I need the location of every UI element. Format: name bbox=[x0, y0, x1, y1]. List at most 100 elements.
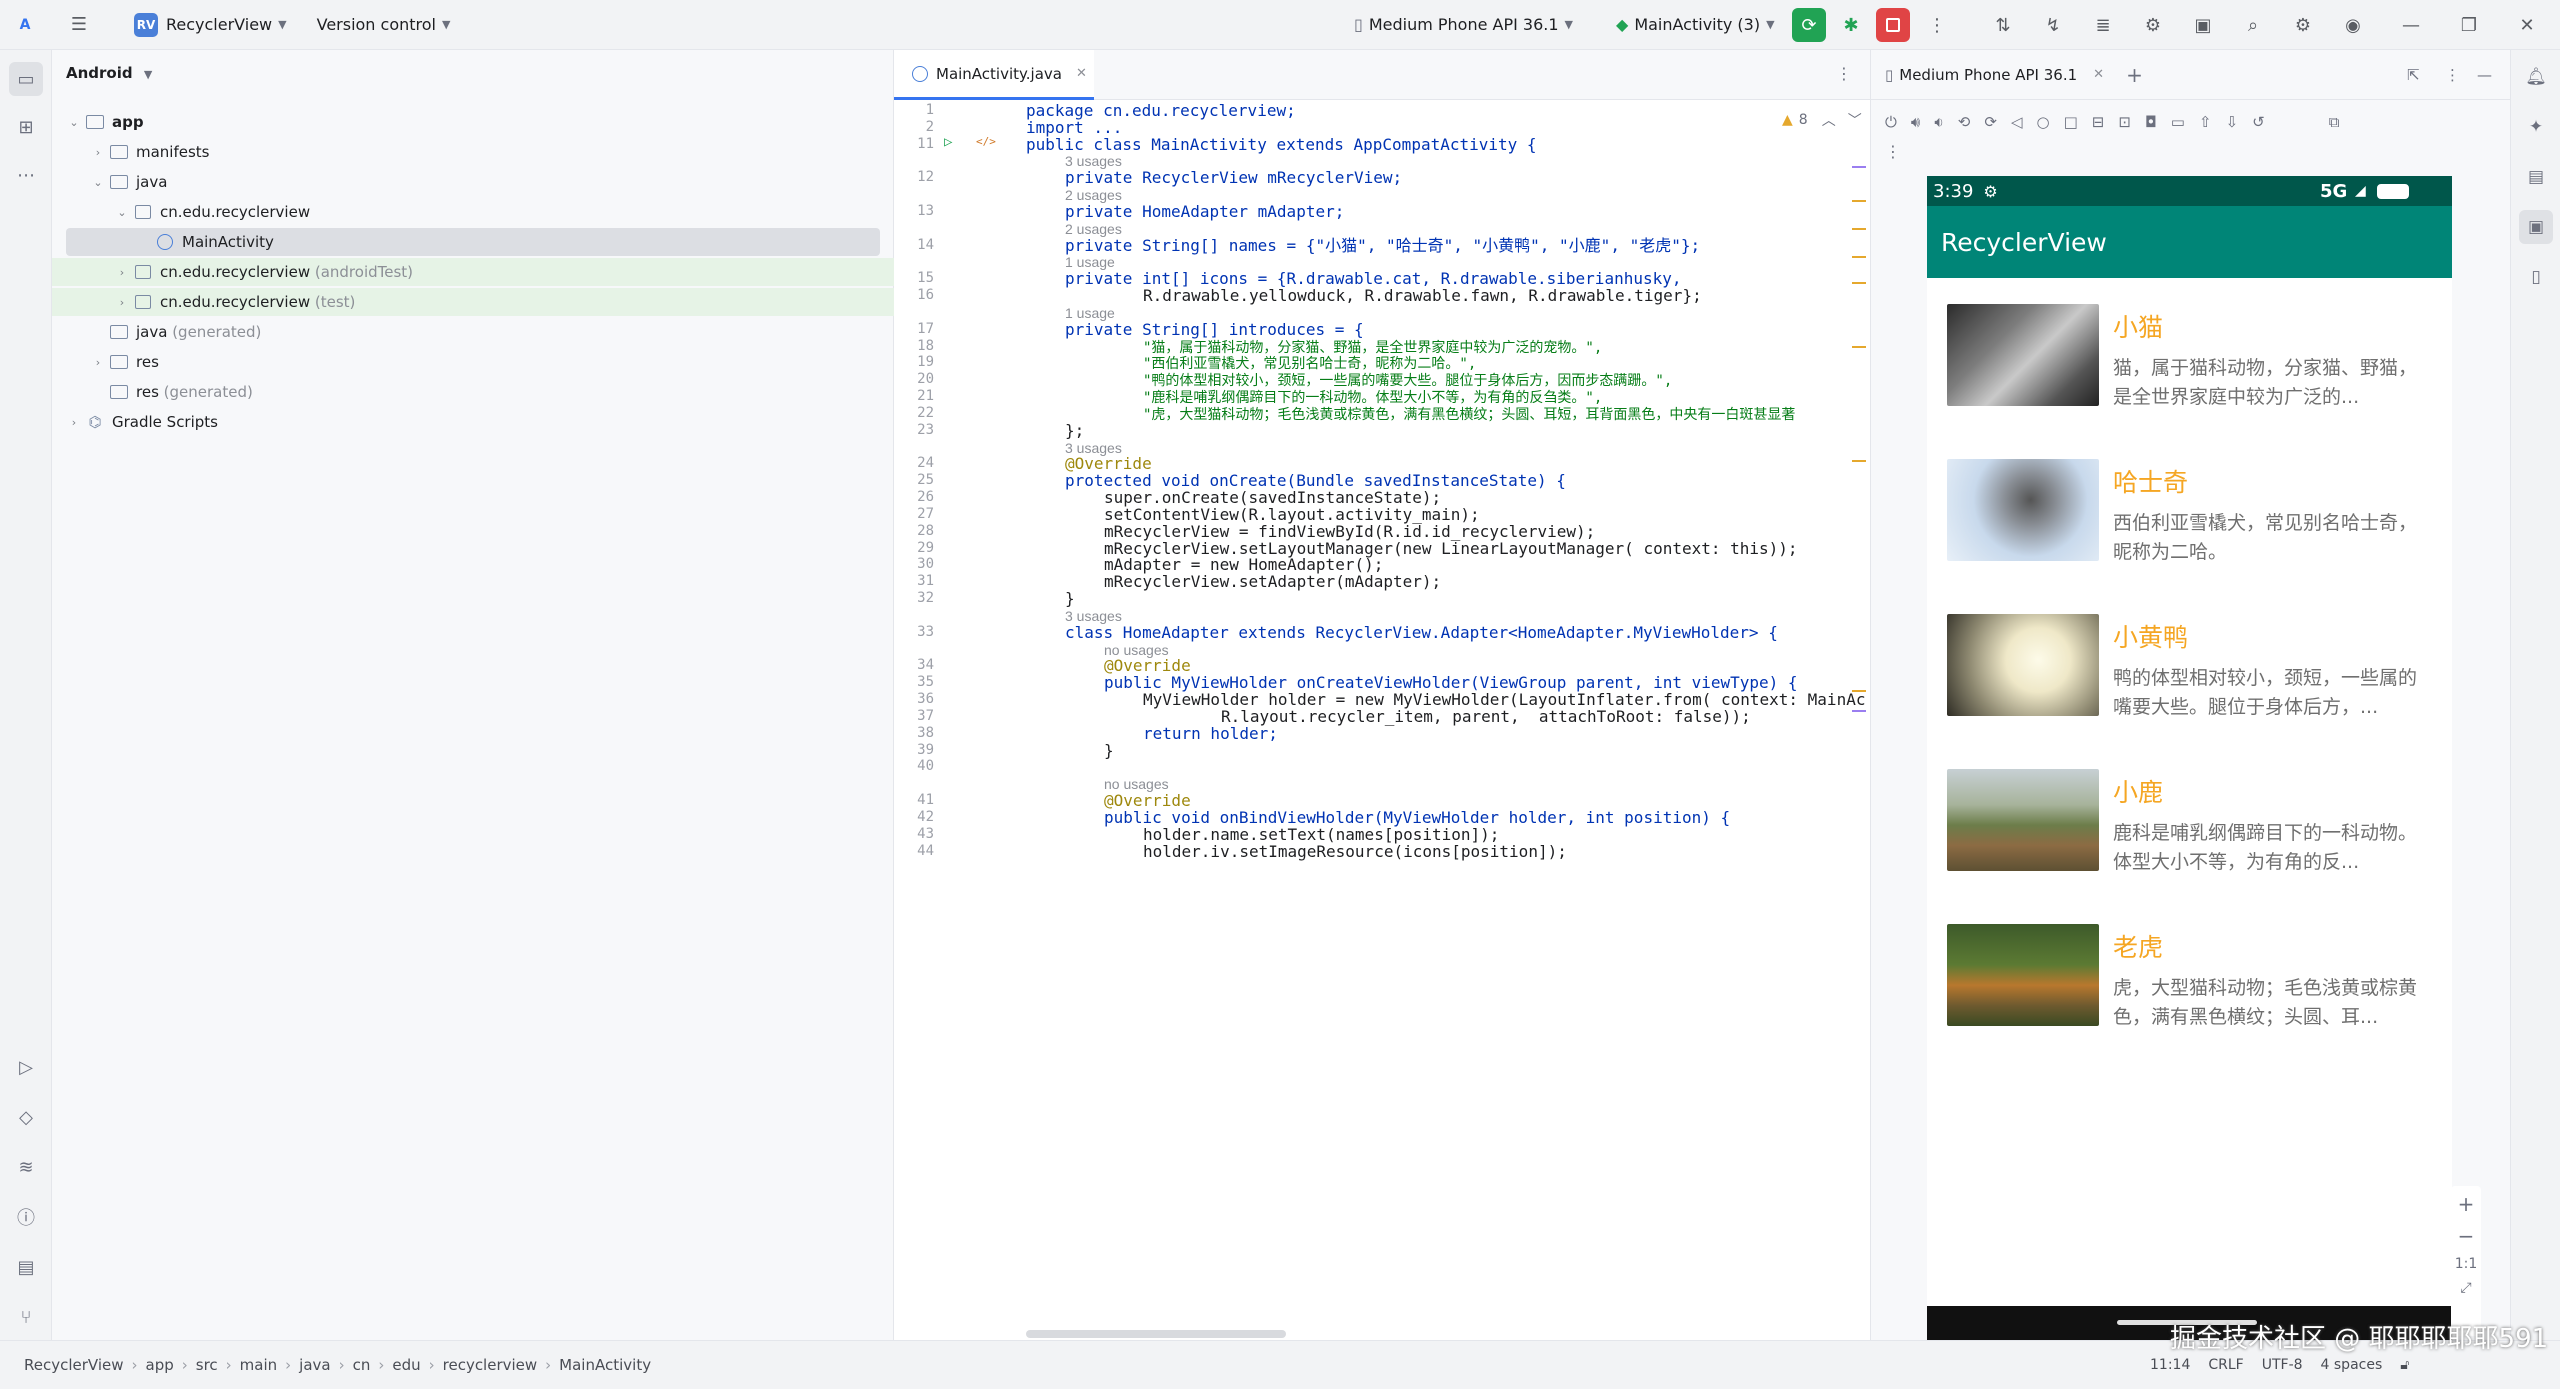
tree-item-app[interactable]: ⌄ app bbox=[64, 108, 143, 136]
breadcrumb-item[interactable]: edu bbox=[392, 1356, 420, 1374]
zoom-in-icon[interactable]: + bbox=[2458, 1192, 2475, 1216]
zoom-fit-icon[interactable]: ⤢ bbox=[2460, 1280, 2471, 1296]
line-separator[interactable]: CRLF bbox=[2208, 1357, 2243, 1373]
reset-icon[interactable]: ↺ bbox=[2252, 113, 2265, 131]
overview-icon[interactable]: □ bbox=[2064, 113, 2078, 131]
tree-item-package-androidtest[interactable]: › cn.edu.recyclerview (androidTest) bbox=[52, 258, 894, 286]
volume-down-icon[interactable]: 🔉︎ bbox=[1934, 113, 1943, 131]
indent-settings[interactable]: 4 spaces bbox=[2321, 1357, 2383, 1373]
breadcrumb-item[interactable]: src bbox=[196, 1356, 218, 1374]
more-tools-icon[interactable]: ⋯ bbox=[9, 158, 43, 192]
more-device-actions-icon[interactable]: ⋮ bbox=[1885, 142, 1901, 161]
close-tab-icon[interactable]: ✕ bbox=[2093, 67, 2104, 82]
sdk-manager-icon[interactable]: ⚙ bbox=[2136, 8, 2170, 42]
device-file-explorer-icon[interactable]: ▤ bbox=[2519, 160, 2553, 194]
add-device-icon[interactable]: + bbox=[2126, 63, 2143, 87]
sync-gradle-icon[interactable]: ⇅ bbox=[1986, 8, 2020, 42]
main-menu-icon[interactable]: ☰ bbox=[62, 8, 96, 42]
code-tag-icon[interactable]: </> bbox=[976, 135, 996, 148]
run-class-icon[interactable]: ▷ bbox=[944, 134, 952, 150]
record-icon[interactable]: ▭ bbox=[2171, 113, 2185, 131]
close-window-icon[interactable]: ✕ bbox=[2510, 8, 2544, 42]
tree-item-res-generated[interactable]: res (generated) bbox=[88, 378, 253, 406]
maximize-window-icon[interactable]: ❐ bbox=[2452, 8, 2486, 42]
panel-options-icon[interactable]: ⋮ bbox=[2445, 66, 2460, 84]
tree-item-res[interactable]: › res bbox=[88, 348, 159, 376]
stop-button[interactable] bbox=[1876, 8, 1910, 42]
list-item[interactable]: 小黄鸭 鸭的体型相对较小，颈短，一些属的嘴要大些。腿位于身体后方，... bbox=[1947, 614, 2442, 744]
problems-icon[interactable]: ⓘ bbox=[9, 1200, 43, 1234]
home-icon[interactable]: ○ bbox=[2036, 113, 2049, 131]
tab-options-icon[interactable]: ⋮ bbox=[1836, 64, 1852, 83]
tree-item-java-generated[interactable]: java (generated) bbox=[88, 318, 261, 346]
tree-item-mainactivity[interactable]: MainActivity bbox=[66, 228, 880, 256]
open-external-icon[interactable]: ⇱ bbox=[2407, 66, 2420, 84]
project-selector[interactable]: RV RecyclerView ▼ bbox=[126, 8, 295, 42]
tree-item-gradle-scripts[interactable]: › ⌬ Gradle Scripts bbox=[64, 408, 218, 436]
caret-position[interactable]: 11:14 bbox=[2150, 1357, 2190, 1373]
close-tab-icon[interactable]: ✕ bbox=[1076, 66, 1087, 81]
gemini-icon[interactable]: ✦ bbox=[2519, 110, 2553, 144]
profiler-icon[interactable]: ≣ bbox=[2086, 8, 2120, 42]
device-selector[interactable]: ▯ Medium Phone API 36.1 ▼ bbox=[1346, 8, 1581, 42]
tree-item-manifests[interactable]: › manifests bbox=[88, 138, 210, 166]
back-icon[interactable]: ◁ bbox=[2011, 113, 2023, 131]
snapshot-icon[interactable]: ⊡ bbox=[2118, 113, 2131, 131]
more-actions-icon[interactable]: ⋮ bbox=[1920, 8, 1954, 42]
breadcrumb-item[interactable]: cn bbox=[353, 1356, 371, 1374]
logcat-icon[interactable]: ≋ bbox=[9, 1150, 43, 1184]
tab-mainactivity[interactable]: MainActivity.java ✕ bbox=[894, 50, 1094, 100]
breadcrumb-item[interactable]: MainActivity bbox=[559, 1356, 651, 1374]
push-file-icon[interactable]: ⇧ bbox=[2199, 113, 2212, 131]
tree-item-package[interactable]: ⌄ cn.edu.recyclerview bbox=[112, 198, 310, 226]
search-icon[interactable]: ⌕ bbox=[2236, 8, 2270, 42]
minimize-window-icon[interactable]: — bbox=[2394, 8, 2428, 42]
fold-icon[interactable]: ⊟ bbox=[2092, 113, 2105, 131]
account-icon[interactable]: ◉ bbox=[2336, 8, 2370, 42]
code-area[interactable]: package cn.edu.recyclerview; import ... pu… bbox=[1026, 102, 1866, 1342]
breadcrumb-item[interactable]: main bbox=[240, 1356, 277, 1374]
breadcrumb-item[interactable]: app bbox=[146, 1356, 174, 1374]
hide-panel-icon[interactable]: — bbox=[2477, 66, 2492, 84]
breadcrumb-item[interactable]: recyclerview bbox=[443, 1356, 538, 1374]
editor-scrollbar[interactable] bbox=[1026, 1330, 1286, 1338]
project-folder-icon[interactable]: ▭ bbox=[9, 62, 43, 96]
run-tool-icon[interactable]: ▷ bbox=[9, 1050, 43, 1084]
git-branch-icon[interactable]: ⑂ bbox=[9, 1300, 43, 1334]
device-manager-icon[interactable]: ▣ bbox=[2186, 8, 2220, 42]
tab-device[interactable]: ▯ Medium Phone API 36.1 ✕ bbox=[1871, 66, 2104, 84]
volume-up-icon[interactable]: 🔊︎ bbox=[1911, 113, 1920, 131]
vcs-selector[interactable]: Version control ▼ bbox=[309, 8, 459, 42]
gradle-gem-icon[interactable]: ◇ bbox=[9, 1100, 43, 1134]
list-item[interactable]: 小鹿 鹿科是哺乳纲偶蹄目下的一科动物。体型大小不等，为有角的反... bbox=[1947, 769, 2442, 899]
zoom-actual-size[interactable]: 1:1 bbox=[2455, 1256, 2478, 1272]
debug-icon[interactable]: ✱ bbox=[1834, 8, 1868, 42]
resource-manager-icon[interactable]: ⊞ bbox=[9, 110, 43, 144]
list-item[interactable]: 小猫 猫，属于猫科动物，分家猫、野猫，是全世界家庭中较为广泛的... bbox=[1947, 304, 2442, 434]
notifications-bell-icon[interactable]: 🔔︎ bbox=[2519, 60, 2553, 94]
pull-file-icon[interactable]: ⇩ bbox=[2226, 113, 2239, 131]
breadcrumb-item[interactable]: RecyclerView bbox=[24, 1356, 124, 1374]
device-mirror-icon[interactable]: ⧉ bbox=[2329, 113, 2340, 131]
settings-gear-icon[interactable]: ⚙ bbox=[2286, 8, 2320, 42]
readonly-lock-icon[interactable]: 🔓︎ bbox=[2400, 1357, 2409, 1373]
device-manager-icon[interactable]: ▯ bbox=[2519, 260, 2553, 294]
screenshot-icon[interactable]: ◘ bbox=[2145, 113, 2157, 131]
rotate-right-icon[interactable]: ⟳ bbox=[1984, 113, 1997, 131]
tree-item-java[interactable]: ⌄ java bbox=[88, 168, 167, 196]
zoom-out-icon[interactable]: − bbox=[2458, 1224, 2475, 1248]
terminal-icon[interactable]: ▤ bbox=[9, 1250, 43, 1284]
apply-changes-icon[interactable]: ↯ bbox=[2036, 8, 2070, 42]
breadcrumb-item[interactable]: java bbox=[299, 1356, 330, 1374]
list-item[interactable]: 老虎 虎，大型猫科动物；毛色浅黄或棕黄色，满有黑色横纹；头圆、耳... bbox=[1947, 924, 2442, 1054]
rotate-left-icon[interactable]: ⟲ bbox=[1958, 113, 1971, 131]
project-view-selector[interactable]: Android ▼ bbox=[66, 64, 152, 82]
list-item[interactable]: 哈士奇 西伯利亚雪橇犬，常见别名哈士奇，昵称为二哈。 bbox=[1947, 459, 2442, 589]
tree-item-package-test[interactable]: › cn.edu.recyclerview (test) bbox=[52, 288, 894, 316]
file-encoding[interactable]: UTF-8 bbox=[2262, 1357, 2303, 1373]
phone-screen[interactable]: 3:39 ⚙ 5G ◢ RecyclerView 小猫 猫，属于猫科动物，分家猫… bbox=[1927, 176, 2452, 1344]
running-devices-icon[interactable]: ▣ bbox=[2519, 210, 2553, 244]
rerun-button[interactable]: ⟳ bbox=[1792, 8, 1826, 42]
power-icon[interactable]: ⏻ bbox=[1885, 113, 1897, 131]
run-config-selector[interactable]: ◆ MainActivity (3) ▼ bbox=[1608, 8, 1783, 42]
